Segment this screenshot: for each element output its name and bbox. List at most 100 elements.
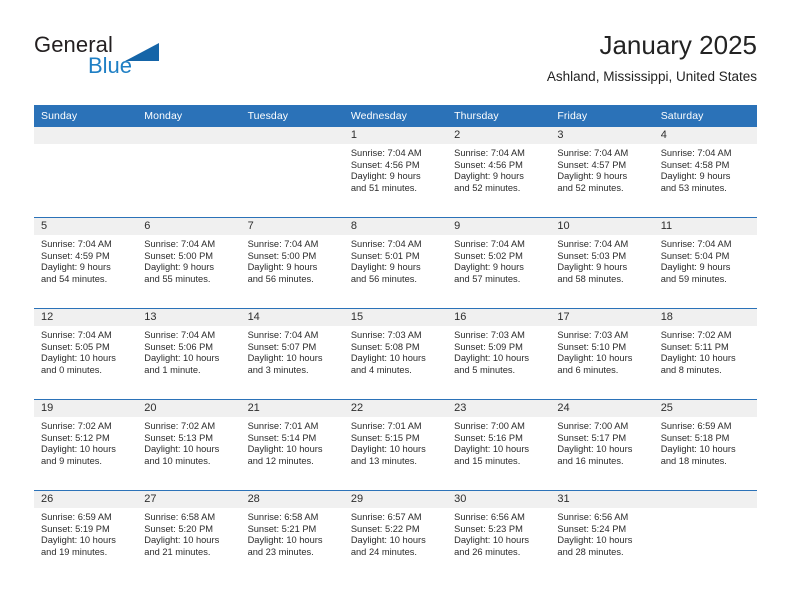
sunset-text: Sunset: 4:57 PM — [557, 159, 627, 170]
general-blue-logo[interactable]: General Blue — [34, 32, 254, 84]
sunset-text: Sunset: 5:24 PM — [557, 523, 627, 534]
weekday-header-thursday: Thursday — [447, 105, 551, 127]
sunset-text: Sunset: 5:01 PM — [350, 250, 420, 261]
daylight-text-line1: Daylight: 9 hours — [350, 171, 421, 182]
sunrise-text: Sunrise: 7:04 AM — [144, 330, 216, 340]
day-cell[interactable]: 11 Sunrise: 7:04 AM Sunset: 5:04 PM Dayligh… — [653, 217, 757, 309]
weekday-header-sunday: Sunday — [34, 105, 138, 127]
day-cell[interactable]: 22 Sunrise: 7:01 AM Sunset: 5:15 PM Dayligh… — [343, 399, 448, 491]
day-details: Sunrise: 7:03 AM Sunset: 5:10 PM Daylight:… — [550, 326, 653, 376]
daylight-text-line1: Daylight: 10 hours — [247, 535, 323, 546]
sunset-text: Sunset: 5:16 PM — [454, 432, 523, 443]
sunrise-text: Sunrise: 7:00 AM — [454, 421, 525, 431]
daylight-text-line1: Daylight: 10 hours — [660, 444, 736, 455]
day-cell[interactable]: 30 Sunrise: 6:56 AM Sunset: 5:23 PM Dayligh… — [447, 490, 551, 581]
sunrise-text: Sunrise: 7:04 AM — [454, 148, 525, 158]
daylight-text-line2: and 59 minutes. — [660, 273, 727, 284]
weekday-header-monday: Monday — [137, 105, 241, 127]
sunrise-text: Sunrise: 7:04 AM — [144, 239, 216, 249]
day-cell[interactable]: 1 Sunrise: 7:04 AM Sunset: 4:56 PM Daylight… — [343, 127, 448, 218]
day-number — [653, 491, 757, 508]
daylight-text-line1: Daylight: 10 hours — [144, 444, 220, 455]
daylight-text-line1: Daylight: 10 hours — [350, 353, 426, 364]
sunset-text: Sunset: 5:12 PM — [41, 432, 110, 443]
day-cell[interactable]: 9 Sunrise: 7:04 AM Sunset: 5:02 PM Daylight… — [447, 217, 551, 309]
sunset-text: Sunset: 5:19 PM — [41, 523, 110, 534]
day-cell[interactable]: 24 Sunrise: 7:00 AM Sunset: 5:17 PM Dayligh… — [550, 399, 654, 491]
day-cell[interactable]: 27 Sunrise: 6:58 AM Sunset: 5:20 PM Dayligh… — [137, 490, 241, 581]
day-cell[interactable]: 25 Sunrise: 6:59 AM Sunset: 5:18 PM Dayligh… — [653, 399, 757, 491]
day-details: Sunrise: 6:59 AM Sunset: 5:18 PM Daylight:… — [654, 417, 757, 467]
day-cell[interactable]: 4 Sunrise: 7:04 AM Sunset: 4:58 PM Daylight… — [653, 127, 757, 218]
daylight-text-line2: and 21 minutes. — [144, 546, 211, 557]
daylight-text-line1: Daylight: 10 hours — [41, 535, 116, 546]
daylight-text-line1: Daylight: 10 hours — [557, 353, 633, 364]
day-cell[interactable]: 17 Sunrise: 7:03 AM Sunset: 5:10 PM Dayligh… — [550, 308, 654, 400]
daylight-text-line1: Daylight: 10 hours — [557, 444, 633, 455]
day-number — [137, 127, 241, 144]
day-details: Sunrise: 7:04 AM Sunset: 4:56 PM Daylight:… — [344, 144, 447, 194]
day-cell[interactable]: 8 Sunrise: 7:04 AM Sunset: 5:01 PM Daylight… — [343, 217, 448, 309]
day-cell[interactable]: 19 Sunrise: 7:02 AM Sunset: 5:12 PM Dayligh… — [34, 399, 138, 491]
sunrise-text: Sunrise: 7:02 AM — [660, 330, 732, 340]
daylight-text-line2: and 57 minutes. — [454, 273, 521, 284]
day-cell[interactable]: 12 Sunrise: 7:04 AM Sunset: 5:05 PM Dayligh… — [34, 308, 138, 400]
day-number: 16 — [447, 309, 551, 326]
day-number: 31 — [550, 491, 654, 508]
sunrise-text: Sunrise: 7:04 AM — [41, 330, 112, 340]
day-cell[interactable]: 20 Sunrise: 7:02 AM Sunset: 5:13 PM Dayligh… — [137, 399, 241, 491]
daylight-text-line1: Daylight: 10 hours — [247, 353, 323, 364]
sunrise-sunset-calendar-table: Sunday Monday Tuesday Wednesday Thursday Frid… — [34, 105, 757, 581]
day-number: 3 — [550, 127, 654, 144]
daylight-text-line2: and 5 minutes. — [454, 364, 516, 375]
day-details: Sunrise: 6:56 AM Sunset: 5:23 PM Daylight:… — [447, 508, 550, 558]
day-cell-empty — [137, 127, 241, 218]
day-cell[interactable]: 18 Sunrise: 7:02 AM Sunset: 5:11 PM Dayligh… — [653, 308, 757, 400]
day-cell[interactable]: 13 Sunrise: 7:04 AM Sunset: 5:06 PM Dayligh… — [137, 308, 241, 400]
sunrise-text: Sunrise: 7:04 AM — [41, 239, 112, 249]
sunrise-text: Sunrise: 7:04 AM — [350, 148, 422, 158]
calendar-week-row: 19 Sunrise: 7:02 AM Sunset: 5:12 PM Dayligh… — [34, 399, 757, 491]
day-number: 28 — [240, 491, 344, 508]
day-details: Sunrise: 7:04 AM Sunset: 5:04 PM Daylight:… — [654, 235, 757, 285]
day-number: 13 — [137, 309, 241, 326]
day-cell[interactable]: 29 Sunrise: 6:57 AM Sunset: 5:22 PM Dayligh… — [343, 490, 448, 581]
day-number: 29 — [343, 491, 448, 508]
weekday-header-friday: Friday — [550, 105, 654, 127]
day-details: Sunrise: 7:03 AM Sunset: 5:09 PM Daylight:… — [447, 326, 550, 376]
day-number: 7 — [240, 218, 344, 235]
day-cell[interactable]: 15 Sunrise: 7:03 AM Sunset: 5:08 PM Dayligh… — [343, 308, 448, 400]
day-cell[interactable]: 6 Sunrise: 7:04 AM Sunset: 5:00 PM Daylight… — [137, 217, 241, 309]
day-cell[interactable]: 5 Sunrise: 7:04 AM Sunset: 4:59 PM Daylight… — [34, 217, 138, 309]
day-details: Sunrise: 6:56 AM Sunset: 5:24 PM Daylight:… — [550, 508, 653, 558]
calendar-body: 1 Sunrise: 7:04 AM Sunset: 4:56 PM Daylight… — [34, 127, 757, 581]
day-number: 14 — [240, 309, 344, 326]
day-details: Sunrise: 7:02 AM Sunset: 5:13 PM Daylight:… — [137, 417, 240, 467]
sunrise-text: Sunrise: 7:04 AM — [557, 239, 629, 249]
day-cell-empty — [653, 490, 757, 581]
day-number: 12 — [34, 309, 138, 326]
day-cell[interactable]: 3 Sunrise: 7:04 AM Sunset: 4:57 PM Daylight… — [550, 127, 654, 218]
day-details: Sunrise: 6:58 AM Sunset: 5:21 PM Daylight:… — [241, 508, 344, 558]
day-details: Sunrise: 6:59 AM Sunset: 5:19 PM Daylight:… — [34, 508, 137, 558]
day-cell[interactable]: 23 Sunrise: 7:00 AM Sunset: 5:16 PM Dayligh… — [447, 399, 551, 491]
day-cell[interactable]: 21 Sunrise: 7:01 AM Sunset: 5:14 PM Dayligh… — [240, 399, 344, 491]
day-cell[interactable]: 28 Sunrise: 6:58 AM Sunset: 5:21 PM Dayligh… — [240, 490, 344, 581]
sunrise-text: Sunrise: 7:04 AM — [557, 148, 629, 158]
weekday-header-wednesday: Wednesday — [343, 105, 448, 127]
day-cell[interactable]: 7 Sunrise: 7:04 AM Sunset: 5:00 PM Daylight… — [240, 217, 344, 309]
day-details: Sunrise: 6:57 AM Sunset: 5:22 PM Daylight:… — [344, 508, 447, 558]
day-number: 9 — [447, 218, 551, 235]
day-details: Sunrise: 7:00 AM Sunset: 5:17 PM Daylight:… — [550, 417, 653, 467]
day-cell[interactable]: 31 Sunrise: 6:56 AM Sunset: 5:24 PM Dayligh… — [550, 490, 654, 581]
calendar-week-row: 26 Sunrise: 6:59 AM Sunset: 5:19 PM Dayligh… — [34, 490, 757, 581]
daylight-text-line1: Daylight: 9 hours — [557, 262, 628, 273]
day-cell[interactable]: 26 Sunrise: 6:59 AM Sunset: 5:19 PM Dayligh… — [34, 490, 138, 581]
daylight-text-line1: Daylight: 10 hours — [557, 535, 633, 546]
day-cell[interactable]: 14 Sunrise: 7:04 AM Sunset: 5:07 PM Dayligh… — [240, 308, 344, 400]
day-cell[interactable]: 2 Sunrise: 7:04 AM Sunset: 4:56 PM Daylight… — [447, 127, 551, 218]
day-cell[interactable]: 10 Sunrise: 7:04 AM Sunset: 5:03 PM Dayligh… — [550, 217, 654, 309]
sunrise-text: Sunrise: 7:04 AM — [454, 239, 525, 249]
day-cell[interactable]: 16 Sunrise: 7:03 AM Sunset: 5:09 PM Dayligh… — [447, 308, 551, 400]
day-details: Sunrise: 7:04 AM Sunset: 4:56 PM Daylight:… — [447, 144, 550, 194]
